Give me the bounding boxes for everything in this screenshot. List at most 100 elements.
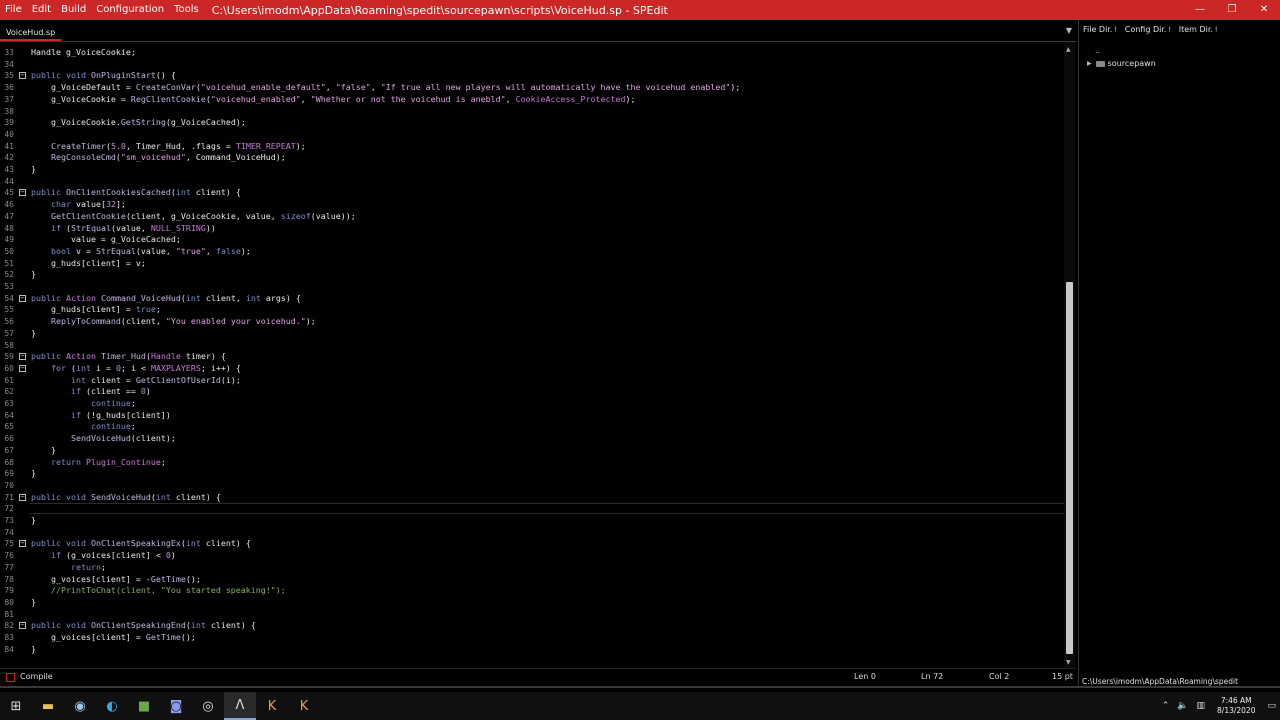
code-line[interactable]: 79 //PrintToChat(client, "You started sp… bbox=[0, 585, 1064, 597]
code-line[interactable]: 67 } bbox=[0, 445, 1064, 457]
editor-scrollbar[interactable]: ▲ ▼ bbox=[1064, 42, 1075, 668]
minecraft-icon[interactable]: ■ bbox=[128, 692, 160, 720]
edge-icon[interactable]: ◐ bbox=[96, 692, 128, 720]
code-line[interactable]: 70 bbox=[0, 480, 1064, 492]
scroll-up-icon[interactable]: ▲ bbox=[1066, 46, 1071, 53]
code-line[interactable]: 68 return Plugin_Continue; bbox=[0, 457, 1064, 469]
code-line[interactable]: 54− public Action Command_VoiceHud(int cl… bbox=[0, 293, 1064, 305]
code-line[interactable]: 84} bbox=[0, 644, 1064, 656]
tab-voicehud[interactable]: VoiceHud.sp bbox=[0, 26, 62, 41]
tree-item-sourcepawn[interactable]: ▶ sourcepawn bbox=[1087, 59, 1156, 68]
code-line[interactable]: 60− for (int i = 0; i < MAXPLAYERS; i++)… bbox=[0, 363, 1064, 375]
code-editor[interactable]: 33 Handle g_VoiceCookie; 34 35− public void … bbox=[0, 45, 1064, 657]
clock[interactable]: 7:46 AM 8/13/2020 bbox=[1217, 696, 1255, 716]
fold-toggle-icon[interactable]: − bbox=[19, 493, 26, 501]
code-line[interactable]: 47 GetClientCookie(client, g_VoiceCookie… bbox=[0, 211, 1064, 223]
code-line[interactable]: 75− public void OnClientSpeakingEx(int cl… bbox=[0, 538, 1064, 550]
code-line[interactable]: 77 return; bbox=[0, 562, 1064, 574]
file-explorer-icon[interactable]: ▬ bbox=[32, 692, 64, 720]
code-line[interactable]: 59− public Action Timer_Hud(Handle timer)… bbox=[0, 351, 1064, 363]
spedit-icon[interactable]: Λ bbox=[224, 692, 256, 720]
code-line[interactable]: 57} bbox=[0, 328, 1064, 340]
minimize-button[interactable]: — bbox=[1184, 0, 1216, 20]
code-line[interactable]: 73} bbox=[0, 515, 1064, 527]
code-line[interactable]: 58 bbox=[0, 340, 1064, 352]
fold-toggle-icon[interactable]: − bbox=[19, 622, 26, 630]
code-line[interactable]: 55 g_huds[client] = true; bbox=[0, 304, 1064, 316]
code-line[interactable]: 76 if (g_voices[client] < 0) bbox=[0, 550, 1064, 562]
code-line[interactable]: 35− public void OnPluginStart() { bbox=[0, 70, 1064, 82]
scroll-down-icon[interactable]: ▼ bbox=[1066, 659, 1071, 666]
tab-file-dir[interactable]: File Dir. ⟊ bbox=[1079, 22, 1121, 38]
pin-icon[interactable]: ⟊ bbox=[1215, 22, 1217, 38]
code-line[interactable]: 34 bbox=[0, 59, 1064, 71]
code-line[interactable]: 63 continue; bbox=[0, 398, 1064, 410]
code-line[interactable]: 81 bbox=[0, 609, 1064, 621]
chevron-up-icon[interactable]: ⌃ bbox=[1162, 701, 1170, 711]
obs-icon[interactable]: ◎ bbox=[192, 692, 224, 720]
code-line[interactable]: 39 g_VoiceCookie.GetString(g_VoiceCached… bbox=[0, 117, 1064, 129]
code-line[interactable]: 78 g_voices[client] = -GetTime(); bbox=[0, 574, 1064, 586]
menu-configuration[interactable]: Configuration bbox=[91, 0, 169, 20]
menu-file[interactable]: File bbox=[0, 0, 27, 20]
fold-toggle-icon[interactable]: − bbox=[19, 72, 26, 80]
code-line[interactable]: 80} bbox=[0, 597, 1064, 609]
tab-item-dir[interactable]: Item Dir. ⟊ bbox=[1175, 22, 1222, 38]
parent-directory[interactable]: .. bbox=[1095, 46, 1100, 55]
code-line[interactable]: 49 value = g_VoiceCached; bbox=[0, 234, 1064, 246]
tab-overflow-icon[interactable]: ▼ bbox=[1066, 26, 1072, 35]
compile-checkbox[interactable] bbox=[6, 673, 15, 682]
code-line[interactable]: 66 SendVoiceHud(client); bbox=[0, 433, 1064, 445]
code-line[interactable]: 51 g_huds[client] = v; bbox=[0, 258, 1064, 270]
code-line[interactable]: 61 int client = GetClientOfUserId(i); bbox=[0, 375, 1064, 387]
discord-icon[interactable]: ◙ bbox=[160, 692, 192, 720]
code-line[interactable]: 43} bbox=[0, 164, 1064, 176]
notification-icon[interactable]: ▭ bbox=[1267, 701, 1276, 711]
code-line[interactable]: 48 if (StrEqual(value, NULL_STRING)) bbox=[0, 223, 1064, 235]
code-line[interactable]: 40 bbox=[0, 129, 1064, 141]
code-line[interactable]: 69} bbox=[0, 468, 1064, 480]
code-line[interactable]: 38 bbox=[0, 106, 1064, 118]
code-line[interactable]: 42 RegConsoleCmd("sm_voicehud", Command_… bbox=[0, 152, 1064, 164]
fold-toggle-icon[interactable]: − bbox=[19, 353, 26, 361]
network-icon[interactable]: ▥ bbox=[1197, 701, 1206, 711]
code-line[interactable]: 37 g_VoiceCookie = RegClientCookie("voic… bbox=[0, 94, 1064, 106]
code-line[interactable]: 72 bbox=[0, 503, 1064, 515]
tab-config-dir[interactable]: Config Dir. ⟊ bbox=[1121, 22, 1175, 38]
code-line[interactable]: 74 bbox=[0, 527, 1064, 539]
code-line[interactable]: 71− public void SendVoiceHud(int client) … bbox=[0, 492, 1064, 504]
close-button[interactable]: ✕ bbox=[1248, 0, 1280, 20]
code-line[interactable]: 64 if (!g_huds[client]) bbox=[0, 410, 1064, 422]
counter-strike-icon[interactable]: K bbox=[256, 692, 288, 720]
code-line[interactable]: 44 bbox=[0, 176, 1064, 188]
code-line[interactable]: 36 g_VoiceDefault = CreateConVar("voiceh… bbox=[0, 82, 1064, 94]
maximize-button[interactable]: ❐ bbox=[1216, 0, 1248, 20]
counter-strike-icon-2[interactable]: K bbox=[288, 692, 320, 720]
code-line[interactable]: 46 char value[32]; bbox=[0, 199, 1064, 211]
menu-build[interactable]: Build bbox=[56, 0, 91, 20]
code-line[interactable]: 52} bbox=[0, 269, 1064, 281]
volume-icon[interactable]: 🔈 bbox=[1177, 701, 1188, 711]
pin-icon[interactable]: ⟊ bbox=[1114, 22, 1116, 38]
code-line[interactable]: 65 continue; bbox=[0, 421, 1064, 433]
code-line[interactable]: 50 bool v = StrEqual(value, "true", fals… bbox=[0, 246, 1064, 258]
code-line[interactable]: 41 CreateTimer(5.0, Timer_Hud, .flags = … bbox=[0, 141, 1064, 153]
expand-arrow-icon[interactable]: ▶ bbox=[1087, 60, 1092, 67]
fold-toggle-icon[interactable]: − bbox=[19, 540, 26, 548]
code-line[interactable]: 33 Handle g_VoiceCookie; bbox=[0, 47, 1064, 59]
steam-icon[interactable]: ◉ bbox=[64, 692, 96, 720]
code-line[interactable]: 53 bbox=[0, 281, 1064, 293]
scrollbar-thumb[interactable] bbox=[1066, 282, 1073, 654]
windows-start-icon[interactable]: ⊞ bbox=[0, 692, 32, 720]
code-line[interactable]: 82− public void OnClientSpeakingEnd(int c… bbox=[0, 620, 1064, 632]
menu-tools[interactable]: Tools bbox=[169, 0, 204, 20]
code-line[interactable]: 62 if (client == 0) bbox=[0, 386, 1064, 398]
code-line[interactable]: 83 g_voices[client] = GetTime(); bbox=[0, 632, 1064, 644]
code-line[interactable]: 56 ReplyToCommand(client, "You enabled y… bbox=[0, 316, 1064, 328]
menu-edit[interactable]: Edit bbox=[27, 0, 56, 20]
fold-toggle-icon[interactable]: − bbox=[19, 364, 26, 372]
fold-toggle-icon[interactable]: − bbox=[19, 294, 26, 302]
fold-toggle-icon[interactable]: − bbox=[19, 189, 26, 197]
code-line[interactable]: 45− public OnClientCookiesCached(int clie… bbox=[0, 187, 1064, 199]
pin-icon[interactable]: ⟊ bbox=[1168, 22, 1170, 38]
